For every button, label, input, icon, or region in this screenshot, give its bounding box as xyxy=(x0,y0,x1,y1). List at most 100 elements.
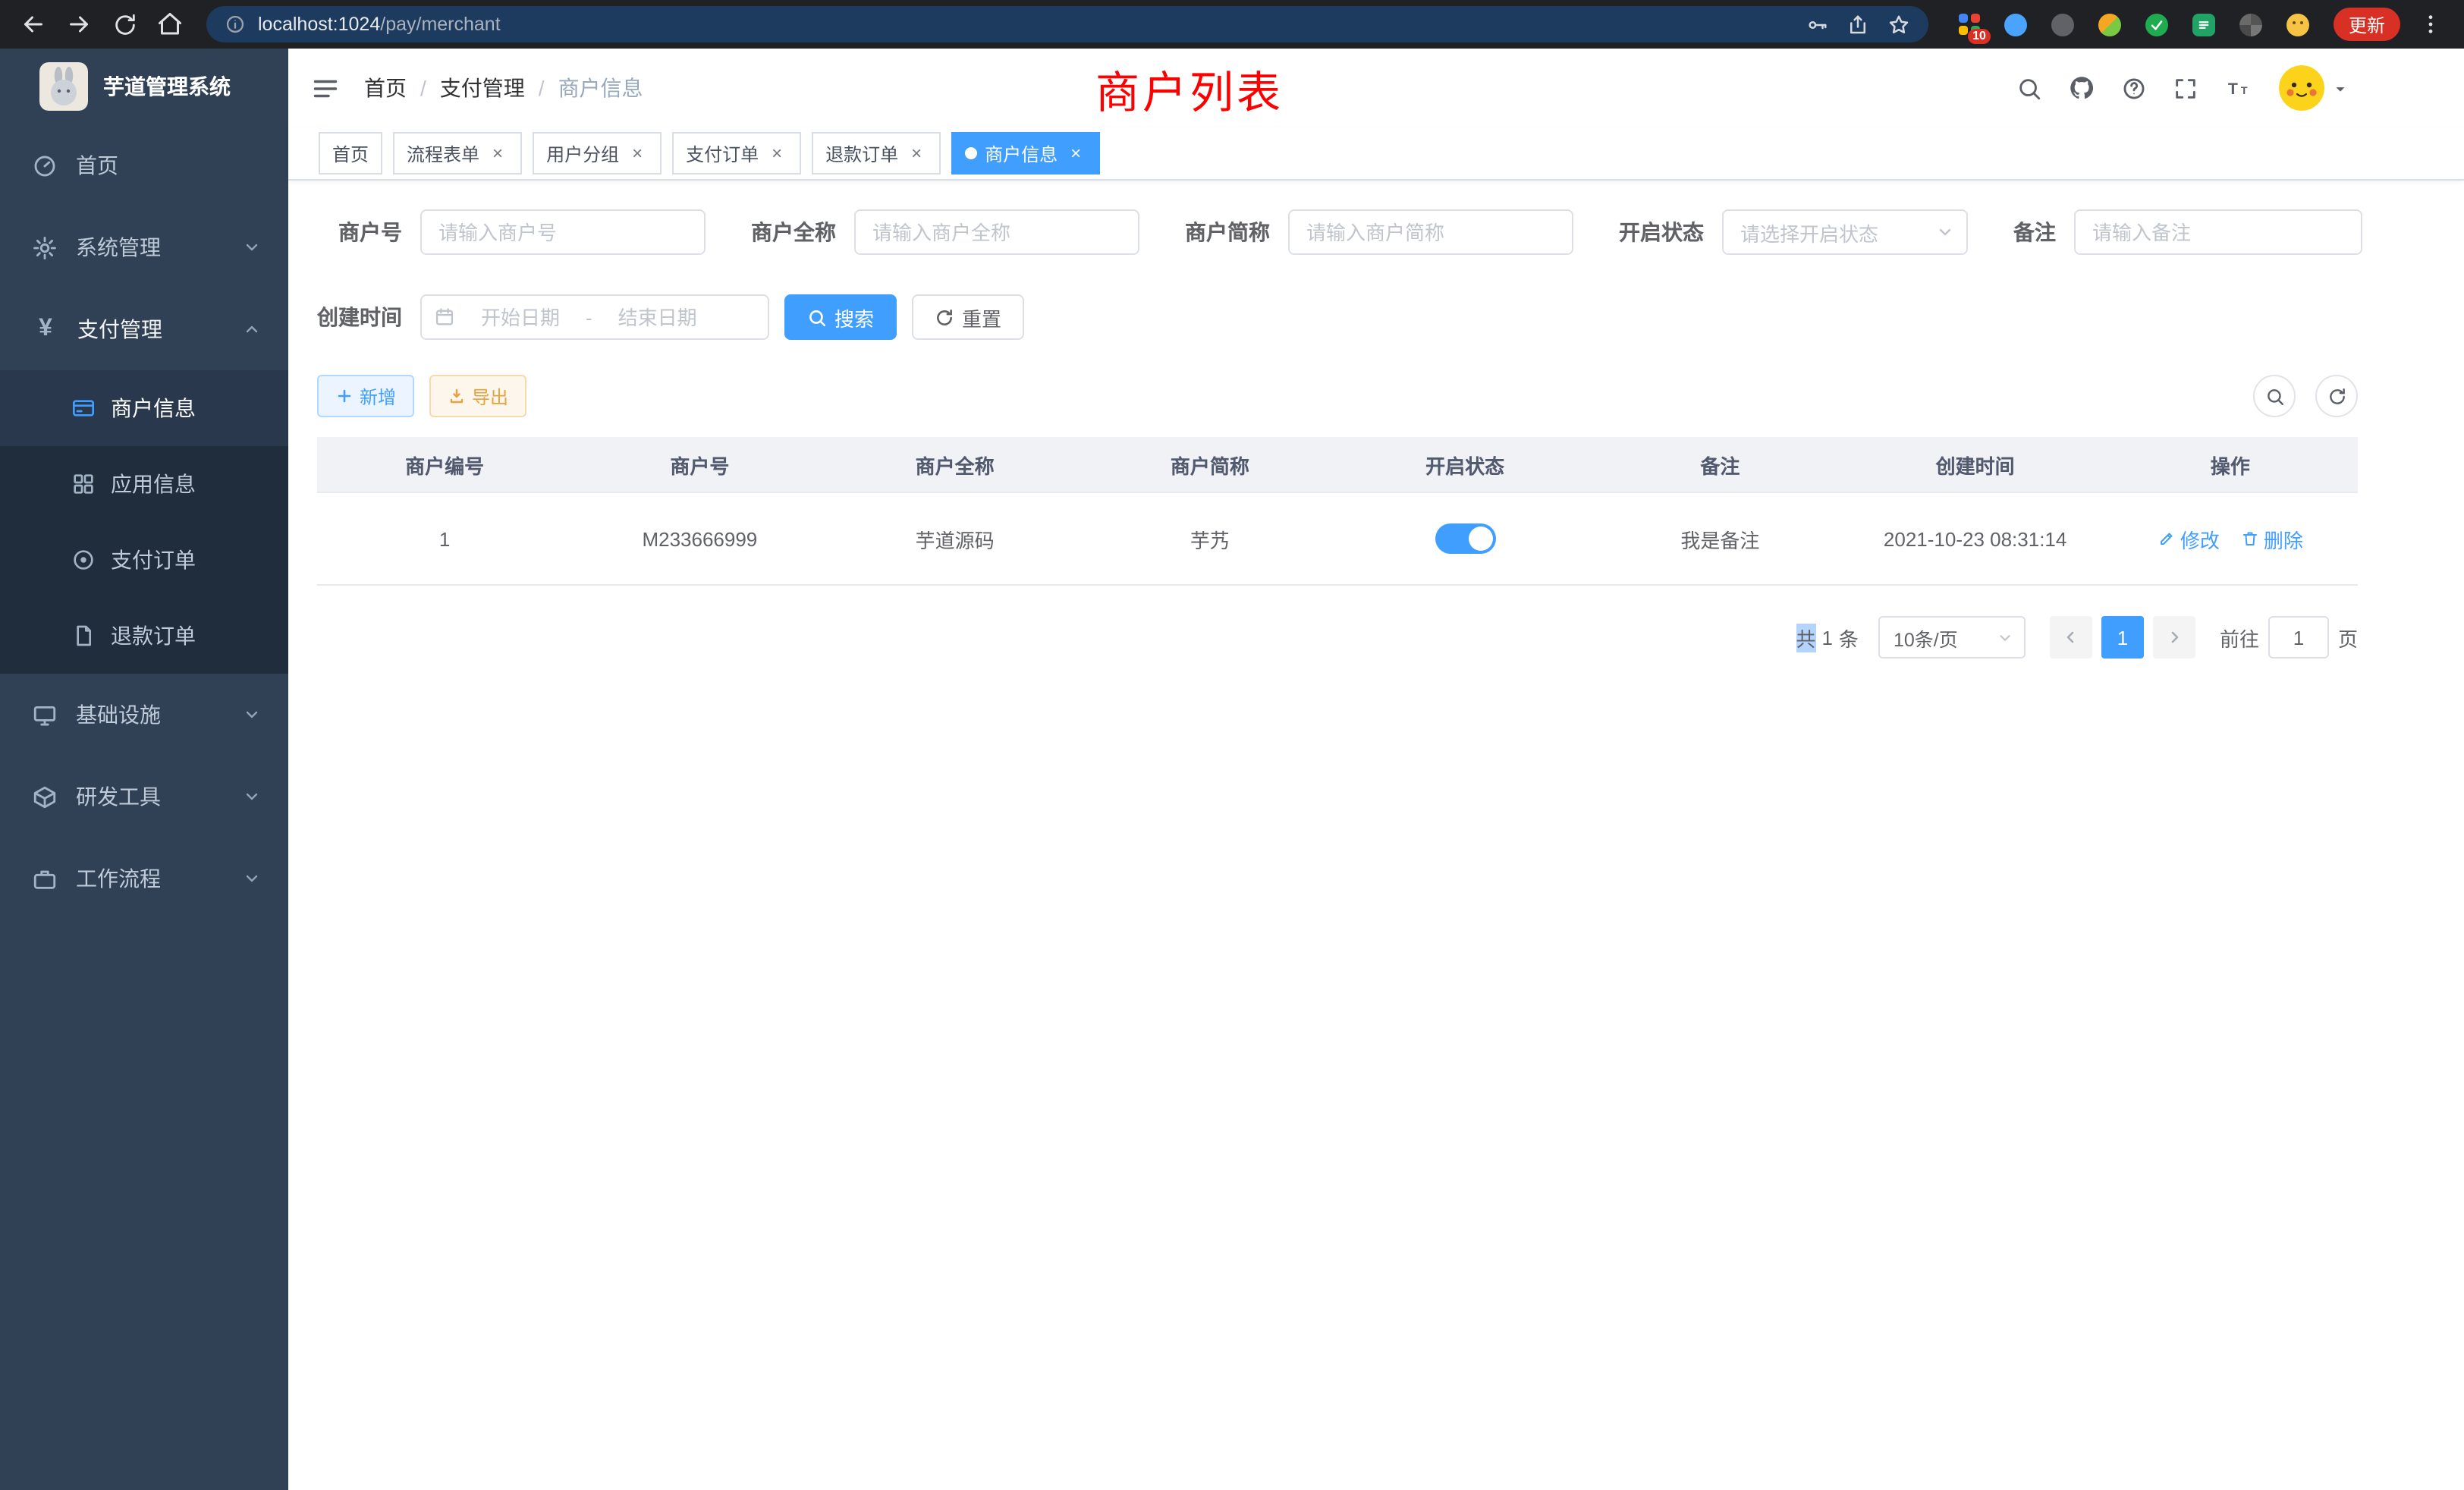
back-button[interactable] xyxy=(12,3,55,46)
target-circle-icon xyxy=(71,548,96,572)
sidebar-item-home[interactable]: 首页 xyxy=(0,124,288,206)
forward-button[interactable] xyxy=(58,3,100,46)
extension-check-icon[interactable] xyxy=(2138,5,2177,44)
browser-update-button[interactable]: 更新 xyxy=(2334,8,2400,41)
share-icon[interactable] xyxy=(1846,13,1869,36)
tab-pay-order[interactable]: 支付订单 × xyxy=(672,132,801,174)
goto-page-input[interactable] xyxy=(2268,616,2329,659)
close-icon[interactable]: × xyxy=(1065,143,1086,164)
credit-card-icon xyxy=(71,396,96,420)
close-icon[interactable]: × xyxy=(766,143,787,164)
sidebar-item-pay-order[interactable]: 支付订单 xyxy=(0,522,288,598)
sidebar-item-system[interactable]: 系统管理 xyxy=(0,206,288,288)
bookmark-star-icon[interactable] xyxy=(1887,13,1910,36)
refresh-table-button[interactable] xyxy=(2315,375,2358,417)
url-path: /pay/merchant xyxy=(380,14,500,35)
hamburger-menu-icon[interactable] xyxy=(311,74,340,102)
fullscreen-icon[interactable] xyxy=(2173,75,2198,101)
sidebar-item-workflow[interactable]: 工作流程 xyxy=(0,838,288,919)
user-avatar[interactable] xyxy=(2279,65,2324,111)
merchant-no-input[interactable] xyxy=(420,209,706,255)
cell-remark: 我是备注 xyxy=(1592,492,1847,585)
tab-refund-order[interactable]: 退款订单 × xyxy=(812,132,941,174)
remark-input[interactable] xyxy=(2074,209,2362,255)
app-title: 芋道管理系统 xyxy=(103,71,231,102)
cell-merchant-no: M233666999 xyxy=(572,492,827,585)
site-info-icon[interactable] xyxy=(225,14,246,35)
extension-pinwheel-icon[interactable] xyxy=(2232,5,2271,44)
caret-down-icon[interactable] xyxy=(2332,80,2349,96)
date-end-input[interactable] xyxy=(599,304,717,330)
filter-label-merchant-name: 商户全称 xyxy=(751,217,854,247)
search-button[interactable]: 搜索 xyxy=(784,294,897,340)
extension-avatar-icon[interactable] xyxy=(2091,5,2130,44)
extension-dark-icon[interactable] xyxy=(2044,5,2083,44)
extension-grid-icon[interactable]: 10 xyxy=(1950,5,1989,44)
reload-button[interactable] xyxy=(103,3,146,46)
breadcrumb-payment[interactable]: 支付管理 xyxy=(440,73,525,103)
navbar-actions: TT xyxy=(2016,65,2349,111)
extension-profile-icon[interactable] xyxy=(2279,5,2318,44)
total-prefix: 共 xyxy=(1796,623,1815,652)
page-number-current[interactable]: 1 xyxy=(2101,616,2144,659)
plus-icon xyxy=(335,387,354,405)
sidebar-item-app-info[interactable]: 应用信息 xyxy=(0,446,288,522)
header-search-icon[interactable] xyxy=(2016,75,2042,101)
date-separator: - xyxy=(586,306,592,328)
close-icon[interactable]: × xyxy=(487,143,508,164)
page-size-select[interactable]: 10条/页 xyxy=(1878,616,2026,659)
home-button[interactable] xyxy=(149,3,191,46)
export-button[interactable]: 导出 xyxy=(429,375,526,417)
sidebar-item-merchant-info[interactable]: 商户信息 xyxy=(0,370,288,446)
calendar-icon xyxy=(434,306,455,328)
date-start-input[interactable] xyxy=(461,304,580,330)
annotation-merchant-list: 商户列表 xyxy=(1095,58,1284,121)
next-page-button[interactable] xyxy=(2153,616,2195,659)
tab-merchant-info[interactable]: 商户信息 × xyxy=(951,132,1100,174)
merchant-name-input[interactable] xyxy=(854,209,1139,255)
col-create-time: 创建时间 xyxy=(1848,437,2103,492)
help-icon[interactable] xyxy=(2121,75,2147,101)
close-icon[interactable]: × xyxy=(627,143,648,164)
prev-page-button[interactable] xyxy=(2050,616,2092,659)
browser-menu-button[interactable] xyxy=(2409,3,2452,46)
home-icon xyxy=(156,11,184,38)
close-icon[interactable]: × xyxy=(906,143,927,164)
address-bar[interactable]: localhost:1024/pay/merchant xyxy=(206,6,1928,42)
tab-process-form[interactable]: 流程表单 × xyxy=(393,132,522,174)
logo-image xyxy=(39,62,88,111)
menu-label: 工作流程 xyxy=(76,863,161,894)
chevron-down-icon xyxy=(243,706,261,724)
delete-button[interactable]: 删除 xyxy=(2241,524,2303,553)
extension-badge: 10 xyxy=(1968,29,1991,44)
status-select[interactable]: 请选择开启状态 xyxy=(1722,209,1968,255)
add-button[interactable]: 新增 xyxy=(317,375,414,417)
goto-label: 前往 xyxy=(2220,623,2259,652)
tab-label: 流程表单 xyxy=(407,140,479,166)
pagination-goto: 前往 页 xyxy=(2220,616,2358,659)
page-size-value: 10条/页 xyxy=(1894,623,1997,652)
github-icon[interactable] xyxy=(2068,74,2095,102)
merchant-short-input[interactable] xyxy=(1288,209,1573,255)
password-key-icon[interactable] xyxy=(1806,13,1828,36)
sidebar-item-devtools[interactable]: 研发工具 xyxy=(0,756,288,838)
tab-user-group[interactable]: 用户分组 × xyxy=(533,132,662,174)
date-range-picker[interactable]: - xyxy=(420,294,769,340)
font-size-icon[interactable]: TT xyxy=(2224,75,2253,101)
app-logo[interactable]: 芋道管理系统 xyxy=(0,49,288,124)
yen-icon: ¥ xyxy=(32,316,59,343)
pagination-total: 共 1 条 xyxy=(1796,623,1859,652)
tab-home[interactable]: 首页 xyxy=(319,132,382,174)
extension-notes-icon[interactable] xyxy=(2185,5,2224,44)
extension-drop-icon[interactable] xyxy=(1997,5,2036,44)
reset-button[interactable]: 重置 xyxy=(912,294,1024,340)
chevron-left-icon xyxy=(2062,628,2080,646)
sidebar-item-payment[interactable]: ¥ 支付管理 xyxy=(0,288,288,370)
sidebar-item-infrastructure[interactable]: 基础设施 xyxy=(0,674,288,756)
status-toggle[interactable] xyxy=(1435,523,1495,554)
breadcrumb-home[interactable]: 首页 xyxy=(364,73,407,103)
toggle-search-button[interactable] xyxy=(2253,375,2296,417)
sidebar-item-refund-order[interactable]: 退款订单 xyxy=(0,598,288,674)
menu-label: 系统管理 xyxy=(76,232,161,262)
edit-button[interactable]: 修改 xyxy=(2158,524,2220,553)
